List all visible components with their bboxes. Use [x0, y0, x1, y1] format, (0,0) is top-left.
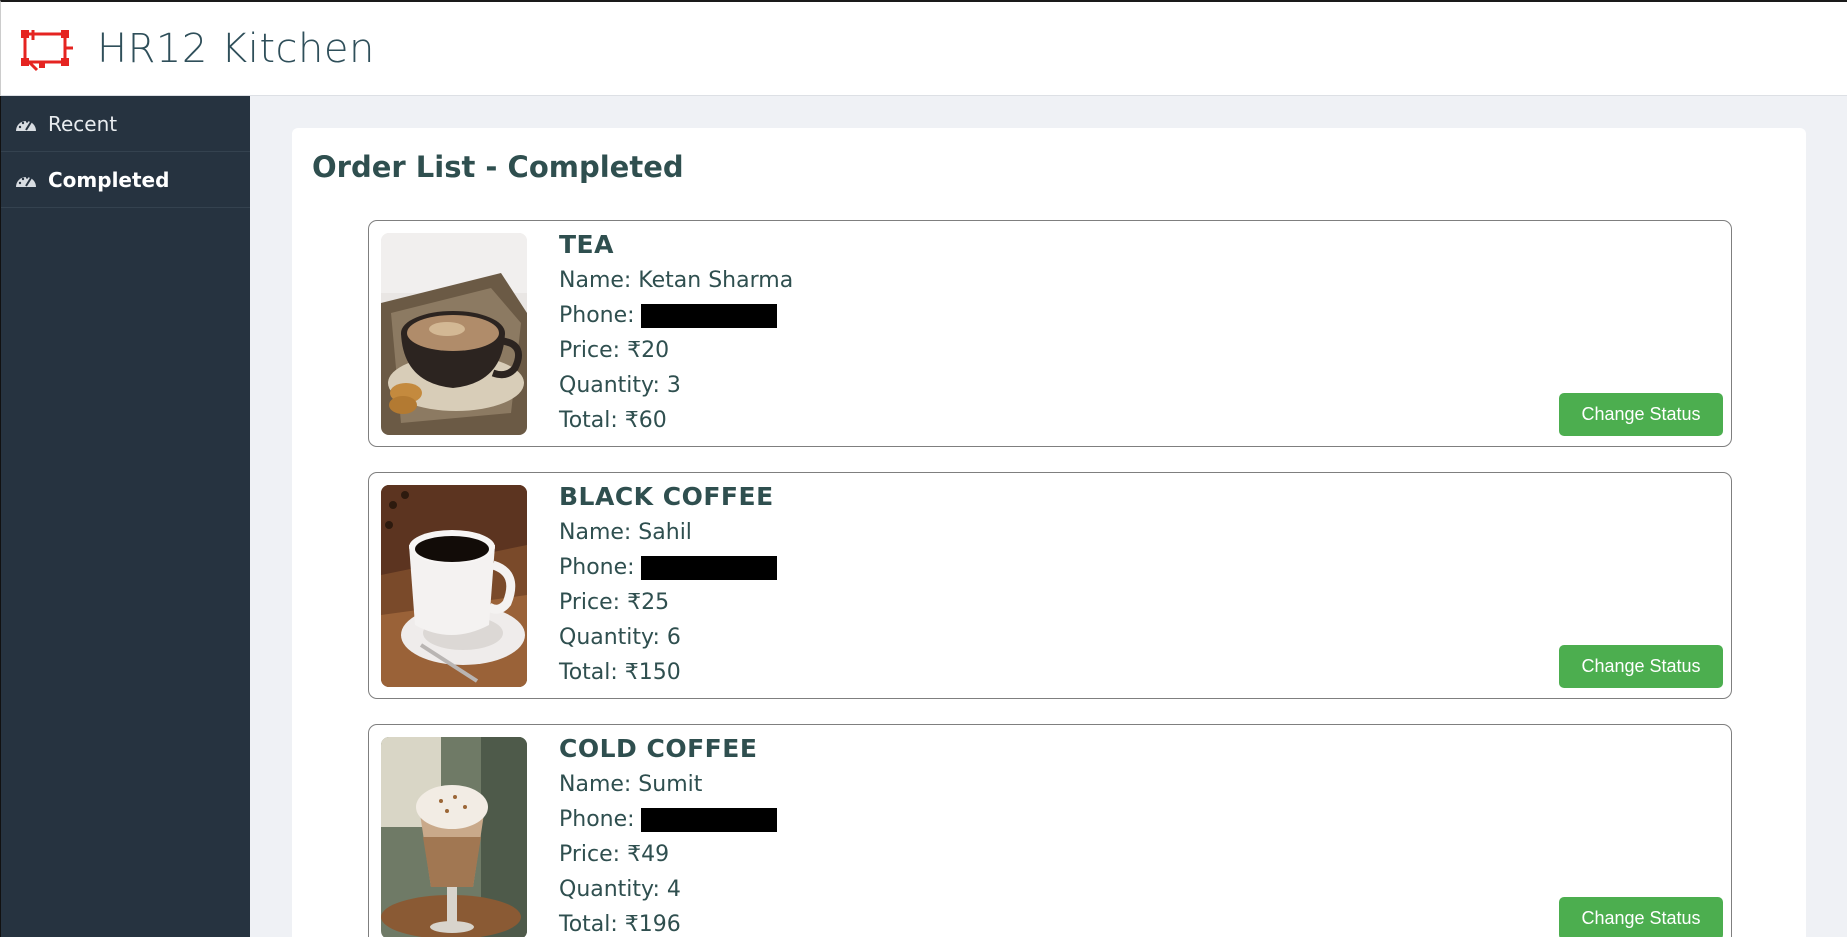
- redacted-phone: [640, 555, 777, 580]
- sidebar-item-label: Completed: [48, 167, 170, 192]
- item-name: BLACK COFFEE: [559, 482, 774, 511]
- dashboard-icon: [16, 175, 36, 187]
- quantity: Quantity: 3: [559, 373, 681, 398]
- price: Price: ₹25: [559, 590, 670, 615]
- price: Price: ₹20: [559, 338, 670, 363]
- top-bar: HR12 Kitchen: [0, 0, 1847, 96]
- change-status-button[interactable]: Change Status: [1559, 897, 1723, 937]
- phone-row: Phone:: [559, 298, 793, 333]
- sidebar-item-completed[interactable]: Completed: [1, 152, 250, 208]
- main-panel: Order List - Completed TEA Name: Ketan S…: [292, 128, 1806, 937]
- total: Total: ₹196: [559, 912, 681, 937]
- customer-name: Name: Sahil: [559, 520, 692, 545]
- phone-row: Phone:: [559, 550, 777, 585]
- sidebar-item-recent[interactable]: Recent: [1, 96, 250, 152]
- customer-name: Name: Sumit: [559, 772, 703, 797]
- page-title: Order List - Completed: [312, 150, 684, 184]
- item-name: TEA: [559, 230, 614, 259]
- customer-name: Name: Ketan Sharma: [559, 268, 794, 293]
- tea-image: [381, 233, 527, 435]
- order-info: COLD COFFEE Name: Sumit Phone: Price: ₹4…: [559, 731, 777, 937]
- total: Total: ₹60: [559, 408, 667, 433]
- phone-row: Phone:: [559, 802, 777, 837]
- phone-label: Phone:: [559, 555, 635, 580]
- black-coffee-image: [381, 485, 527, 687]
- order-card: TEA Name: Ketan Sharma Phone: Price: ₹20…: [368, 220, 1732, 447]
- order-card: BLACK COFFEE Name: Sahil Phone: Price: ₹…: [368, 472, 1732, 699]
- price: Price: ₹49: [559, 842, 670, 867]
- logo-icon: [21, 30, 73, 72]
- redacted-phone: [640, 807, 777, 832]
- phone-label: Phone:: [559, 303, 635, 328]
- phone-label: Phone:: [559, 807, 635, 832]
- change-status-button[interactable]: Change Status: [1559, 393, 1723, 436]
- order-info: TEA Name: Ketan Sharma Phone: Price: ₹20…: [559, 227, 793, 438]
- cold-coffee-image: [381, 737, 527, 937]
- sidebar: Recent Completed: [0, 96, 250, 937]
- total: Total: ₹150: [559, 660, 681, 685]
- change-status-button[interactable]: Change Status: [1559, 645, 1723, 688]
- order-info: BLACK COFFEE Name: Sahil Phone: Price: ₹…: [559, 479, 777, 690]
- quantity: Quantity: 4: [559, 877, 681, 902]
- item-name: COLD COFFEE: [559, 734, 758, 763]
- dashboard-icon: [16, 119, 36, 131]
- app-title: HR12 Kitchen: [97, 26, 375, 72]
- order-card: COLD COFFEE Name: Sumit Phone: Price: ₹4…: [368, 724, 1732, 937]
- quantity: Quantity: 6: [559, 625, 681, 650]
- redacted-phone: [640, 303, 777, 328]
- sidebar-item-label: Recent: [48, 111, 118, 136]
